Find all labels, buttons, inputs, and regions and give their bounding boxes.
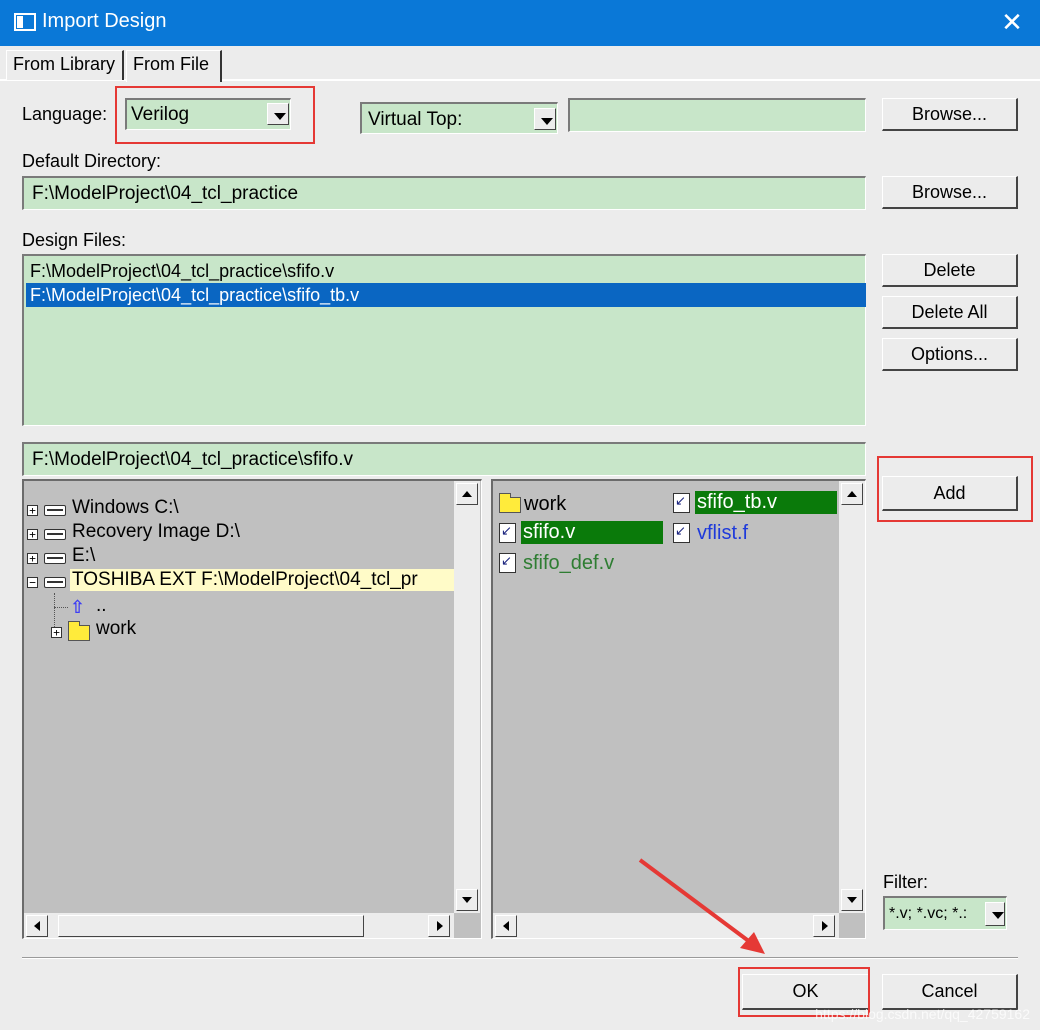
filter-value: *.v; *.vc; *.: <box>889 905 968 922</box>
scroll-down-icon[interactable] <box>456 889 478 911</box>
app-icon <box>14 13 36 31</box>
window-title: Import Design <box>42 10 167 32</box>
browse-directory-button[interactable]: Browse... <box>882 176 1018 209</box>
tree-vertical-scrollbar[interactable] <box>454 481 480 913</box>
tree-item-toshiba-f[interactable]: TOSHIBA EXT F:\ModelProject\04_tcl_pr <box>70 569 456 591</box>
browse-top-button[interactable]: Browse... <box>882 98 1018 131</box>
tree-item-windows-c[interactable]: Windows C:\ <box>72 497 179 519</box>
design-files-list[interactable]: F:\ModelProject\04_tcl_practice\sfifo.v … <box>22 254 866 426</box>
chevron-down-icon[interactable] <box>534 108 556 130</box>
file-item-vflist[interactable]: vflist.f <box>697 522 748 545</box>
annotation-box-language <box>115 86 315 144</box>
scroll-down-icon[interactable] <box>841 889 863 911</box>
scroll-left-icon[interactable] <box>26 915 48 937</box>
delete-button[interactable]: Delete <box>882 254 1018 287</box>
divider <box>22 957 1018 959</box>
language-label: Language: <box>22 104 108 124</box>
list-item-selected[interactable]: F:\ModelProject\04_tcl_practice\sfifo_tb… <box>26 283 866 307</box>
folder-icon <box>68 621 90 641</box>
tree-item-work[interactable]: work <box>96 618 136 640</box>
scroll-right-icon[interactable] <box>428 915 450 937</box>
verilog-file-icon <box>673 493 690 513</box>
options-button[interactable]: Options... <box>882 338 1018 371</box>
file-item-sfifo-tb[interactable]: sfifo_tb.v <box>695 491 837 514</box>
scroll-left-icon[interactable] <box>495 915 517 937</box>
virtual-top-select[interactable]: Virtual Top: <box>360 102 558 134</box>
scroll-up-icon[interactable] <box>841 483 863 505</box>
close-button[interactable]: ✕ <box>990 0 1034 46</box>
tree-item-parent[interactable]: .. <box>96 595 107 617</box>
title-bar: Import Design ✕ <box>0 0 1040 46</box>
drive-icon <box>44 577 66 588</box>
delete-all-button[interactable]: Delete All <box>882 296 1018 329</box>
virtual-top-label: Virtual Top: <box>368 109 463 130</box>
virtual-top-input[interactable] <box>568 98 866 132</box>
tree-horizontal-scrollbar[interactable] <box>24 913 454 938</box>
annotation-arrow <box>638 858 765 954</box>
current-path-input[interactable]: F:\ModelProject\04_tcl_practice\sfifo.v <box>22 442 866 476</box>
file-vertical-scrollbar[interactable] <box>839 481 865 913</box>
cancel-button[interactable]: Cancel <box>882 974 1018 1010</box>
annotation-box-add <box>877 456 1033 522</box>
expand-icon[interactable]: + <box>27 505 38 516</box>
drive-icon <box>44 553 66 564</box>
design-files-label: Design Files: <box>22 230 127 250</box>
folder-icon <box>499 493 521 513</box>
up-arrow-icon: ⇧ <box>70 597 86 617</box>
list-item[interactable]: F:\ModelProject\04_tcl_practice\sfifo.v <box>26 259 866 283</box>
scroll-right-icon[interactable] <box>813 915 835 937</box>
verilog-file-icon <box>499 553 516 573</box>
tree-item-e[interactable]: E:\ <box>72 545 95 567</box>
directory-tree-panel[interactable]: + Windows C:\ + Recovery Image D:\ + E:\… <box>22 479 482 939</box>
expand-icon[interactable]: + <box>51 627 62 638</box>
default-directory-label: Default Directory: <box>22 151 162 171</box>
tree-item-recovery-d[interactable]: Recovery Image D:\ <box>72 521 240 543</box>
file-item-sfifo[interactable]: sfifo.v <box>521 521 663 544</box>
drive-icon <box>44 529 66 540</box>
scroll-up-icon[interactable] <box>456 483 478 505</box>
drive-icon <box>44 505 66 516</box>
file-item-sfifo-def[interactable]: sfifo_def.v <box>523 552 614 575</box>
default-directory-input[interactable]: F:\ModelProject\04_tcl_practice <box>22 176 866 210</box>
chevron-down-icon[interactable] <box>985 902 1005 926</box>
verilog-file-icon <box>499 523 516 543</box>
expand-icon[interactable]: + <box>27 529 38 540</box>
filter-label: Filter: <box>883 872 928 892</box>
expand-icon[interactable]: + <box>27 553 38 564</box>
scroll-thumb[interactable] <box>58 915 364 937</box>
file-item-work[interactable]: work <box>524 493 566 516</box>
tab-from-library[interactable]: From Library <box>6 50 124 80</box>
watermark: https://blog.csdn.net/qq_42759162 <box>815 1006 1030 1022</box>
filelist-file-icon <box>673 523 690 543</box>
tab-from-file[interactable]: From File <box>126 50 222 82</box>
tree-connector <box>54 607 68 608</box>
filter-select[interactable]: *.v; *.vc; *.: <box>883 896 1007 930</box>
collapse-icon[interactable]: − <box>27 577 38 588</box>
